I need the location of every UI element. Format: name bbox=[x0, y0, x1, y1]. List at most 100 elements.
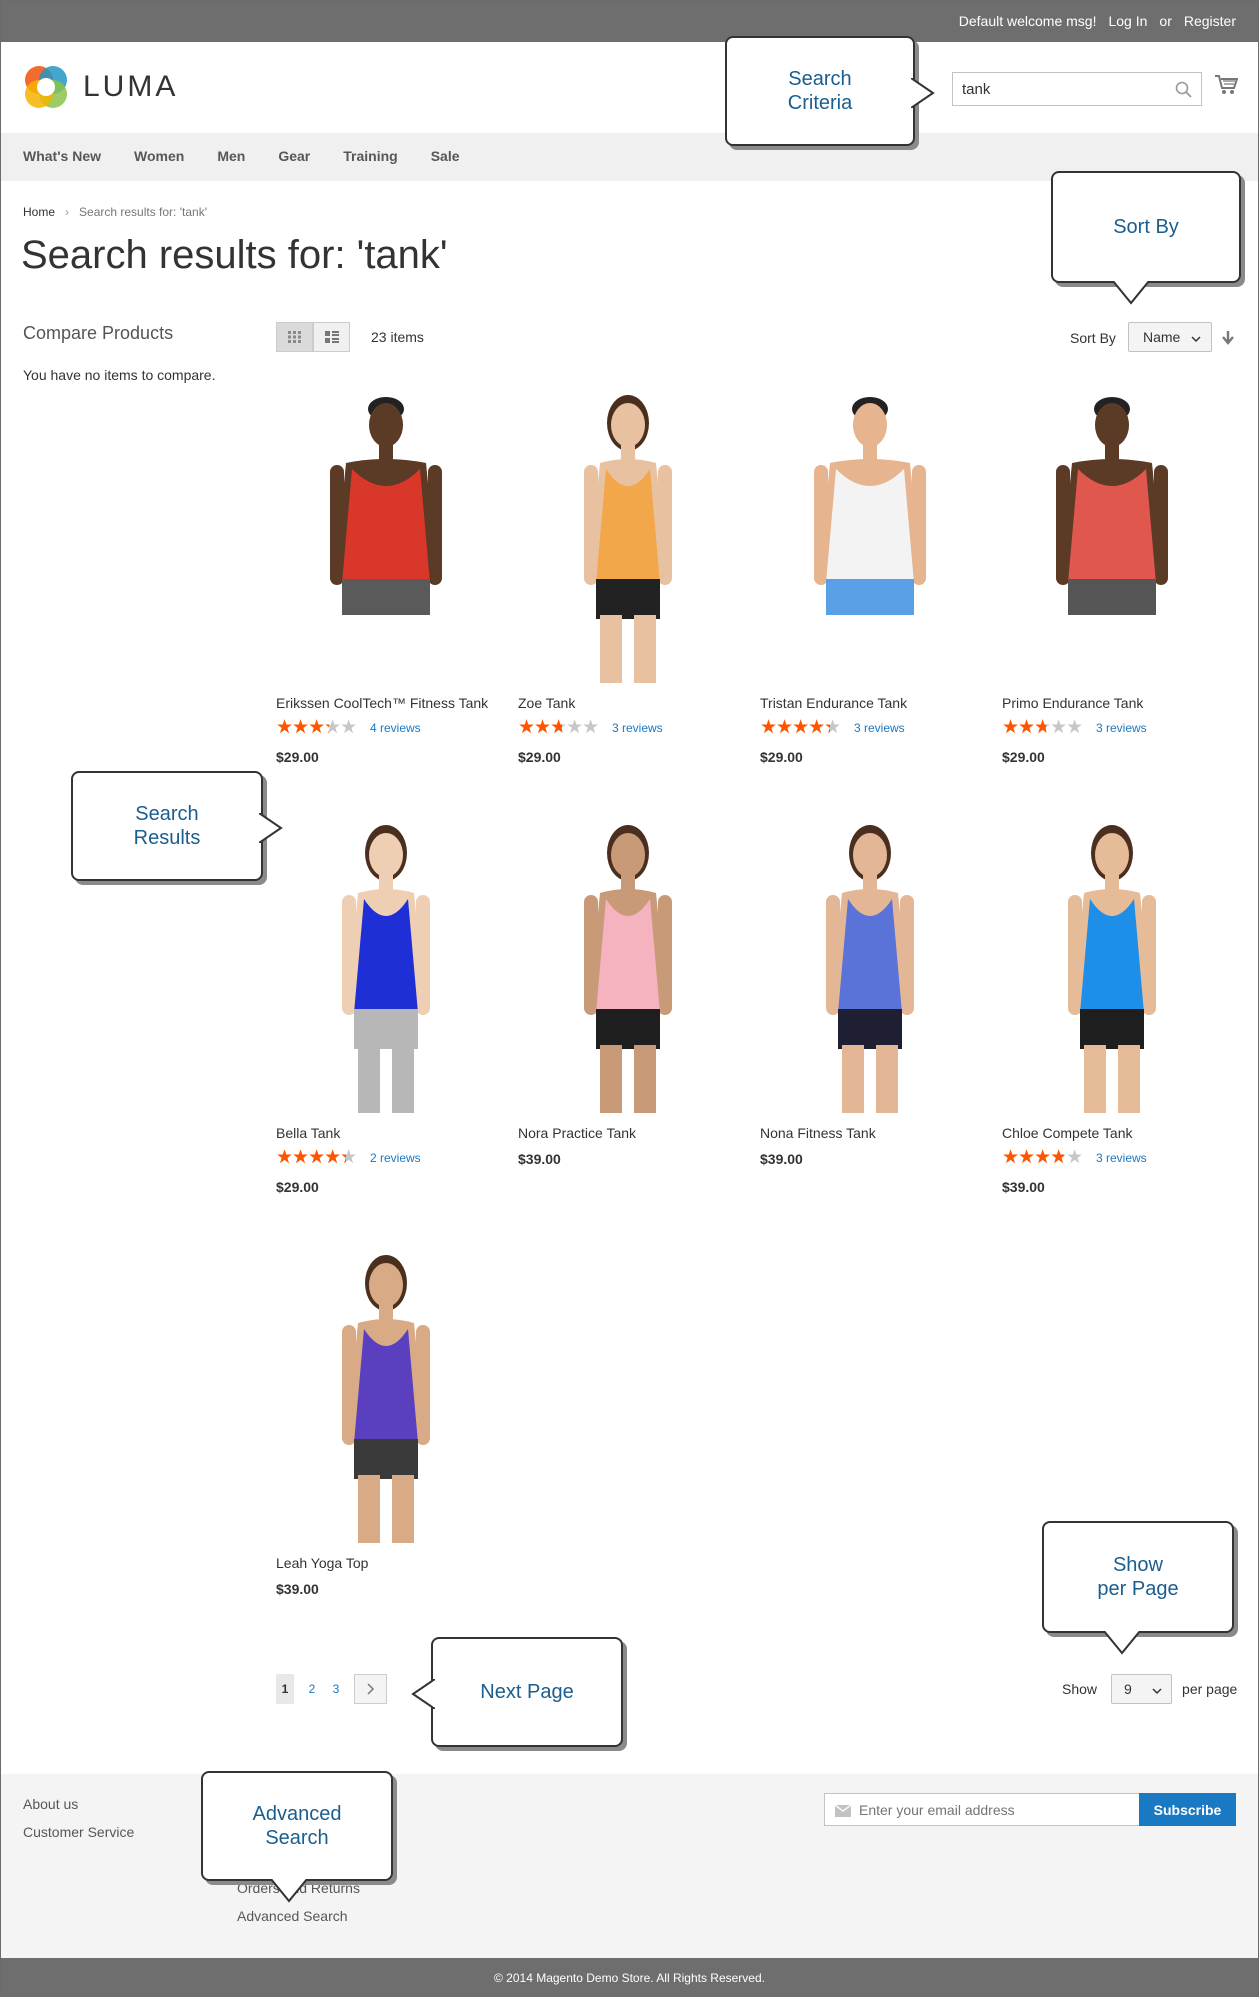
breadcrumb-home[interactable]: Home bbox=[23, 205, 55, 219]
callout-search-criteria: Search Criteria bbox=[725, 36, 935, 146]
footer: About us Customer Service Orders and Ret… bbox=[1, 1774, 1258, 1958]
reviews-link[interactable]: 3 reviews bbox=[854, 721, 905, 735]
product-item[interactable]: Zoe Tank ★★★★★ ★★★★★ 3 reviews $29.00 bbox=[518, 383, 738, 765]
product-image[interactable] bbox=[276, 383, 496, 683]
sort-direction-arrow-icon[interactable] bbox=[1222, 331, 1234, 350]
product-image[interactable] bbox=[276, 813, 496, 1113]
callout-show-per-page-text: Show per Page bbox=[1097, 1554, 1179, 1600]
product-image[interactable] bbox=[1002, 383, 1222, 683]
nav-item-men[interactable]: Men bbox=[217, 148, 245, 164]
envelope-icon bbox=[834, 1804, 852, 1822]
per-page-limiter: Show 9 per page bbox=[1062, 1674, 1237, 1704]
product-image[interactable] bbox=[276, 1243, 496, 1543]
compare-empty-message: You have no items to compare. bbox=[23, 367, 216, 383]
top-panel: Default welcome msg! Log In or Register bbox=[1, 1, 1258, 42]
list-view-icon[interactable] bbox=[313, 322, 350, 352]
product-rating: ★★★★★ ★★★★★ 3 reviews bbox=[1002, 717, 1222, 738]
footer-link-advanced-search[interactable]: Advanced Search bbox=[237, 1908, 348, 1924]
per-page-select[interactable]: 9 bbox=[1111, 1674, 1173, 1704]
breadcrumb: Home › Search results for: 'tank' bbox=[23, 205, 207, 219]
product-item[interactable]: Nora Practice Tank $39.00 bbox=[518, 813, 738, 1167]
callout-search-results: Search Results bbox=[71, 771, 283, 881]
chevron-right-icon bbox=[366, 1683, 374, 1695]
chevron-down-icon bbox=[1152, 1683, 1162, 1699]
page-2[interactable]: 2 bbox=[300, 1674, 324, 1704]
sort-by-value: Name bbox=[1143, 329, 1181, 345]
or-text: or bbox=[1159, 13, 1172, 29]
product-price: $29.00 bbox=[518, 749, 561, 765]
subscribe-button[interactable]: Subscribe bbox=[1139, 1793, 1236, 1826]
product-rating: ★★★★★ ★★★★★ 3 reviews bbox=[518, 717, 738, 738]
per-page-value: 9 bbox=[1124, 1681, 1132, 1697]
nav-item-whats-new[interactable]: What's New bbox=[23, 148, 101, 164]
reviews-link[interactable]: 2 reviews bbox=[370, 1151, 421, 1165]
footer-link-customer-service[interactable]: Customer Service bbox=[23, 1824, 134, 1840]
product-price: $29.00 bbox=[760, 749, 803, 765]
luma-logo-icon bbox=[23, 64, 69, 110]
rating-stars-icon: ★★★★★ ★★★★★ bbox=[1002, 717, 1083, 738]
product-name[interactable]: Erikssen CoolTech™ Fitness Tank bbox=[276, 695, 496, 711]
product-item[interactable]: Chloe Compete Tank ★★★★★ ★★★★★ 3 reviews… bbox=[1002, 813, 1222, 1195]
cart-icon[interactable] bbox=[1214, 74, 1239, 101]
product-image[interactable] bbox=[518, 813, 738, 1113]
newsletter-email-input[interactable] bbox=[859, 1794, 1129, 1825]
search-box[interactable] bbox=[952, 72, 1202, 106]
product-image[interactable] bbox=[1002, 813, 1222, 1113]
product-item[interactable]: Leah Yoga Top $39.00 bbox=[276, 1243, 496, 1597]
product-item[interactable]: Bella Tank ★★★★★ ★★★★★ 2 reviews $29.00 bbox=[276, 813, 496, 1195]
footer-link-about-us[interactable]: About us bbox=[23, 1796, 78, 1812]
rating-stars-icon: ★★★★★ ★★★★★ bbox=[518, 717, 599, 738]
callout-tail bbox=[1104, 1631, 1140, 1655]
nav-item-gear[interactable]: Gear bbox=[278, 148, 310, 164]
product-price: $39.00 bbox=[1002, 1179, 1045, 1195]
page-title: Search results for: 'tank' bbox=[21, 233, 448, 277]
register-link[interactable]: Register bbox=[1184, 13, 1236, 29]
product-image[interactable] bbox=[760, 383, 980, 683]
product-name[interactable]: Zoe Tank bbox=[518, 695, 738, 711]
next-page-button[interactable] bbox=[354, 1674, 387, 1704]
product-name[interactable]: Primo Endurance Tank bbox=[1002, 695, 1222, 711]
nav-item-sale[interactable]: Sale bbox=[431, 148, 460, 164]
grid-view-icon[interactable] bbox=[276, 322, 313, 352]
callout-tail bbox=[259, 813, 283, 843]
rating-stars-icon: ★★★★★ ★★★★★ bbox=[1002, 1147, 1083, 1168]
product-item[interactable]: Primo Endurance Tank ★★★★★ ★★★★★ 3 revie… bbox=[1002, 383, 1222, 765]
show-label: Show bbox=[1062, 1681, 1098, 1697]
reviews-link[interactable]: 3 reviews bbox=[612, 721, 663, 735]
product-rating: ★★★★★ ★★★★★ 3 reviews bbox=[760, 718, 980, 737]
callout-show-per-page: Show per Page bbox=[1042, 1521, 1234, 1655]
reviews-link[interactable]: 3 reviews bbox=[1096, 1151, 1147, 1165]
product-name[interactable]: Nona Fitness Tank bbox=[760, 1125, 980, 1141]
search-icon[interactable] bbox=[1175, 81, 1192, 103]
callout-next-page-text: Next Page bbox=[480, 1681, 574, 1703]
callout-tail bbox=[411, 1679, 435, 1709]
sort-by-select[interactable]: Name bbox=[1128, 322, 1212, 352]
product-name[interactable]: Tristan Endurance Tank bbox=[760, 695, 980, 711]
search-input[interactable] bbox=[953, 73, 1163, 105]
nav-item-women[interactable]: Women bbox=[134, 148, 184, 164]
page: Default welcome msg! Log In or Register … bbox=[0, 0, 1259, 1997]
login-link[interactable]: Log In bbox=[1108, 13, 1147, 29]
callout-advanced-search-text: Advanced Search bbox=[252, 1803, 342, 1849]
product-image[interactable] bbox=[518, 383, 738, 683]
product-price: $39.00 bbox=[518, 1151, 561, 1167]
nav-item-training[interactable]: Training bbox=[343, 148, 397, 164]
callout-tail bbox=[271, 1879, 307, 1903]
newsletter-field[interactable] bbox=[824, 1793, 1140, 1826]
product-name[interactable]: Bella Tank bbox=[276, 1125, 496, 1141]
product-name[interactable]: Chloe Compete Tank bbox=[1002, 1125, 1222, 1141]
product-image[interactable] bbox=[760, 813, 980, 1113]
reviews-link[interactable]: 4 reviews bbox=[370, 721, 421, 735]
reviews-link[interactable]: 3 reviews bbox=[1096, 721, 1147, 735]
product-name[interactable]: Leah Yoga Top bbox=[276, 1555, 496, 1571]
product-item[interactable]: Erikssen CoolTech™ Fitness Tank ★★★★★ ★★… bbox=[276, 383, 496, 765]
logo[interactable]: LUMA bbox=[23, 64, 178, 110]
compare-products-title: Compare Products bbox=[23, 323, 174, 343]
product-item[interactable]: Tristan Endurance Tank ★★★★★ ★★★★★ 3 rev… bbox=[760, 383, 980, 765]
product-rating: ★★★★★ ★★★★★ 2 reviews bbox=[276, 1148, 496, 1167]
product-price: $39.00 bbox=[276, 1581, 319, 1597]
product-price: $29.00 bbox=[276, 749, 319, 765]
product-item[interactable]: Nona Fitness Tank $39.00 bbox=[760, 813, 980, 1167]
page-3[interactable]: 3 bbox=[324, 1674, 348, 1704]
product-name[interactable]: Nora Practice Tank bbox=[518, 1125, 738, 1141]
